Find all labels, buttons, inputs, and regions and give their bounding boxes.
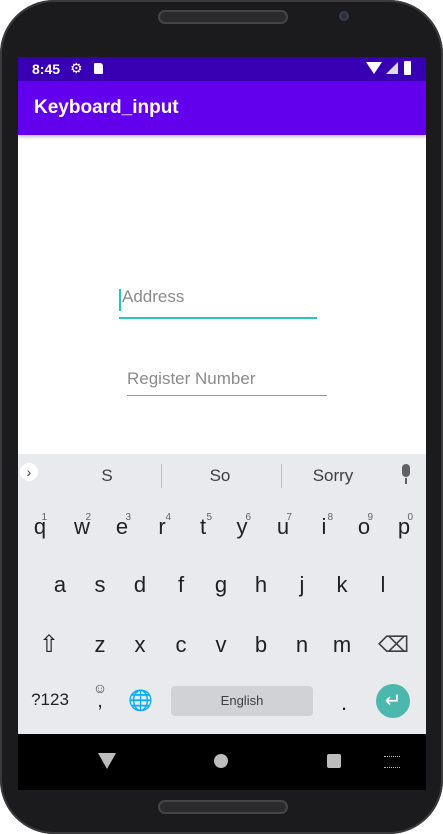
key-hint: 0 (407, 512, 413, 523)
key-m[interactable]: m (329, 632, 355, 658)
key-z[interactable]: z (90, 632, 110, 658)
key-hint: 1 (41, 512, 47, 523)
suggestion-2[interactable]: So (190, 466, 250, 486)
key-hint: 2 (85, 512, 91, 523)
wifi-icon (366, 62, 382, 74)
key-p[interactable]: p0 (391, 512, 417, 540)
suggestion-1[interactable]: S (77, 466, 137, 486)
top-speaker (158, 10, 288, 24)
key-o[interactable]: o9 (351, 512, 377, 540)
navigation-bar (18, 734, 426, 790)
key-b[interactable]: b (251, 632, 271, 658)
key-i[interactable]: i8 (311, 512, 337, 540)
back-triangle-icon[interactable] (98, 753, 116, 769)
address-field[interactable] (119, 287, 320, 319)
key-h[interactable]: h (251, 572, 271, 598)
period-key[interactable]: . (334, 690, 354, 716)
microphone-icon[interactable] (398, 464, 414, 486)
device-frame: 8:45 ⚙ Keyboard_input › S So Sorry (0, 0, 443, 834)
key-hint: 6 (245, 512, 251, 523)
key-w[interactable]: w2 (69, 512, 95, 540)
suggestion-divider (281, 464, 282, 488)
key-x[interactable]: x (130, 632, 150, 658)
key-hint: 8 (327, 512, 333, 523)
status-bar: 8:45 ⚙ (18, 57, 426, 81)
key-u[interactable]: u7 (270, 512, 296, 540)
settings-gear-icon: ⚙ (70, 60, 83, 76)
key-e[interactable]: e3 (109, 512, 135, 540)
shift-key-icon[interactable]: ⇧ (36, 630, 62, 659)
key-g[interactable]: g (211, 572, 231, 598)
cell-signal-icon (386, 62, 398, 74)
key-j[interactable]: j (292, 572, 312, 598)
keyboard-switch-icon[interactable] (384, 756, 400, 768)
space-bar[interactable]: English (171, 686, 313, 716)
comma-key[interactable]: , (92, 690, 108, 713)
key-c[interactable]: c (171, 632, 191, 658)
text-cursor (119, 289, 121, 311)
expand-chevron-icon[interactable]: › (20, 463, 38, 481)
key-d[interactable]: d (130, 572, 150, 598)
key-v[interactable]: v (211, 632, 231, 658)
app-title: Keyboard_input (34, 97, 179, 118)
key-hint: 3 (125, 512, 131, 523)
soft-keyboard: › S So Sorry q1 w2 e3 r4 t5 y6 u7 i8 o9 … (18, 454, 426, 734)
address-input[interactable] (119, 287, 320, 307)
sd-card-icon (94, 63, 103, 74)
key-hint: 9 (367, 512, 373, 523)
battery-icon (404, 61, 411, 75)
backspace-key-icon[interactable]: ⌫ (378, 632, 409, 658)
register-number-field[interactable] (127, 369, 327, 396)
key-k[interactable]: k (332, 572, 352, 598)
key-t[interactable]: t5 (190, 512, 216, 540)
key-y[interactable]: y6 (229, 512, 255, 540)
front-camera (339, 11, 349, 21)
key-l[interactable]: l (373, 572, 393, 598)
suggestion-divider (161, 464, 162, 488)
recent-apps-square-icon[interactable] (327, 754, 341, 768)
bottom-speaker (158, 800, 288, 814)
register-number-input[interactable] (127, 369, 327, 389)
screen: 8:45 ⚙ Keyboard_input › S So Sorry (18, 57, 426, 790)
home-circle-icon[interactable] (214, 754, 228, 768)
symbols-key[interactable]: ?123 (28, 690, 72, 710)
key-s[interactable]: s (90, 572, 110, 598)
status-time: 8:45 (32, 61, 61, 77)
key-hint: 5 (206, 512, 212, 523)
suggestion-strip: › S So Sorry (18, 454, 426, 496)
key-q[interactable]: q1 (29, 512, 51, 540)
key-a[interactable]: a (50, 572, 70, 598)
suggestion-3[interactable]: Sorry (303, 466, 363, 486)
key-hint: 4 (165, 512, 171, 523)
key-r[interactable]: r4 (149, 512, 175, 540)
key-hint: 7 (286, 512, 292, 523)
app-bar: Keyboard_input (18, 81, 426, 135)
key-n[interactable]: n (292, 632, 312, 658)
globe-icon[interactable]: 🌐 (128, 688, 153, 713)
enter-key-icon[interactable]: ↵ (376, 684, 410, 718)
key-f[interactable]: f (171, 572, 191, 598)
